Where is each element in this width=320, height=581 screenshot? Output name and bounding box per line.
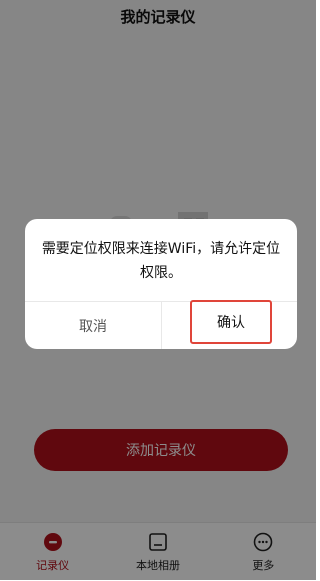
confirm-button[interactable]: 确认 xyxy=(190,300,272,344)
dialog-button-divider xyxy=(161,301,162,349)
permission-dialog: 需要定位权限来连接WiFi，请允许定位权限。 取消 确认 xyxy=(25,219,297,349)
cancel-button[interactable]: 取消 xyxy=(25,302,161,349)
dialog-message: 需要定位权限来连接WiFi，请允许定位权限。 xyxy=(41,241,281,281)
